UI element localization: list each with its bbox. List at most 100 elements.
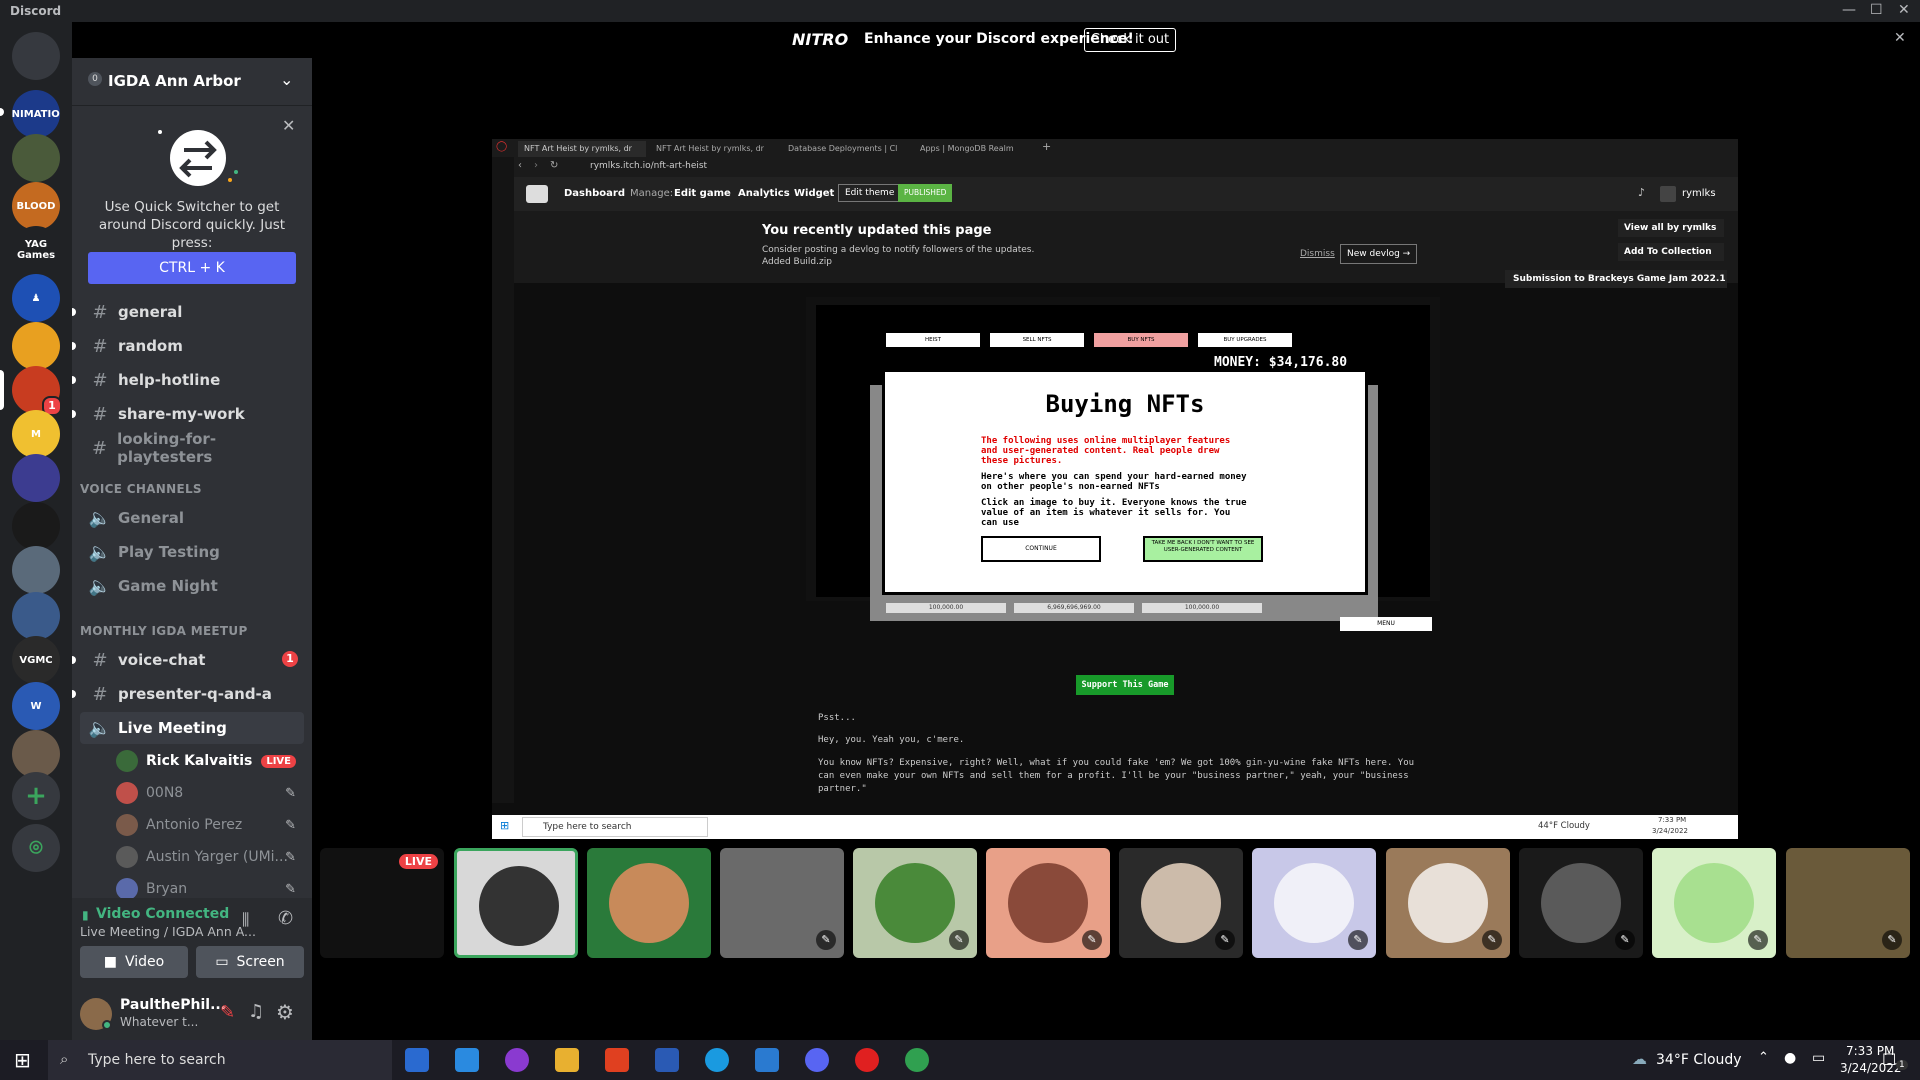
screen-share-button[interactable]: ▭ Screen — [196, 946, 304, 978]
reload-icon[interactable]: ↻ — [550, 160, 558, 171]
voice-channel[interactable]: 🔈 General — [80, 502, 304, 534]
server-icon[interactable] — [12, 546, 60, 594]
participant-tile[interactable] — [587, 848, 711, 958]
close-window-button[interactable]: ✕ — [1898, 2, 1910, 18]
mic-muted-icon[interactable]: ✎ — [220, 1002, 235, 1023]
office-icon[interactable] — [605, 1048, 629, 1072]
participant-tile[interactable]: ✎ — [720, 848, 844, 958]
server-header[interactable]: 0 IGDA Ann Arbor ⌄ — [72, 58, 312, 106]
game-tab[interactable]: SELL NFTS — [990, 333, 1084, 347]
signal-icon[interactable]: ▮ — [82, 908, 89, 922]
game-frame[interactable]: HEIST SELL NFTS BUY NFTS BUY UPGRADES MONEY… — [806, 297, 1440, 631]
nft-price[interactable]: 6,969,696,969.00 — [1014, 603, 1134, 613]
game-tab[interactable]: HEIST — [886, 333, 980, 347]
server-icon[interactable] — [12, 502, 60, 550]
dashboard-link[interactable]: Dashboard — [564, 188, 625, 199]
analytics-link[interactable]: Analytics — [738, 188, 790, 199]
participant-tile[interactable]: ✎ — [1652, 848, 1776, 958]
server-icon[interactable]: VGMC — [12, 636, 60, 684]
server-icon[interactable] — [12, 134, 60, 182]
chrome-icon[interactable] — [905, 1048, 929, 1072]
nitro-check-button[interactable]: Check it out — [1084, 28, 1176, 52]
noise-suppression-icon[interactable]: ⫼ — [242, 910, 249, 930]
new-tab-icon[interactable]: + — [1042, 140, 1051, 153]
back-icon[interactable]: ‹ — [518, 160, 522, 171]
username[interactable]: PaulthePhil... — [120, 997, 226, 1013]
nav-username[interactable]: rymlks — [1682, 188, 1716, 199]
add-server-icon[interactable]: + — [12, 772, 60, 820]
dismiss-link[interactable]: Dismiss — [1300, 249, 1335, 259]
server-icon[interactable]: ANIMATION — [12, 90, 60, 138]
browser-tab-3[interactable]: Database Deployments | Cl — [782, 141, 910, 157]
voice-user[interactable]: Antonio Perez ✎ — [116, 810, 304, 840]
opera-taskbar-icon[interactable] — [855, 1048, 879, 1072]
taskbar-search[interactable]: ⌕ Type here to search — [48, 1040, 392, 1080]
chevron-up-icon[interactable]: ⌃ — [1758, 1050, 1769, 1065]
channel-looking-for-playtesters[interactable]: # looking-for-playtesters — [80, 430, 304, 466]
close-icon[interactable]: ✕ — [282, 116, 295, 135]
continue-button[interactable]: CONTINUE — [981, 536, 1101, 562]
nav-user-avatar[interactable] — [1660, 186, 1676, 202]
participant-tile[interactable]: ✎ — [1119, 848, 1243, 958]
server-icon[interactable]: YAG Games — [12, 226, 60, 274]
close-nitro-icon[interactable]: ✕ — [1894, 30, 1906, 46]
word-icon[interactable] — [655, 1048, 679, 1072]
channel-voice-chat[interactable]: # voice-chat 1 — [72, 644, 304, 676]
store-icon[interactable] — [405, 1048, 429, 1072]
voice-category[interactable]: VOICE CHANNELS — [80, 482, 202, 496]
channel-random[interactable]: # random — [72, 330, 304, 362]
edit-game-link[interactable]: Edit game — [674, 188, 731, 199]
vscode-icon[interactable] — [755, 1048, 779, 1072]
server-icon[interactable]: M — [12, 410, 60, 458]
participant-tile[interactable]: ✎ — [1252, 848, 1376, 958]
take-me-back-button[interactable]: TAKE ME BACK I DON'T WANT TO SEE USER-GE… — [1143, 536, 1263, 562]
participant-tile[interactable]: LIVE — [320, 848, 444, 958]
server-icon[interactable]: BLOOD — [12, 182, 60, 230]
voice-status-sub[interactable]: Live Meeting / IGDA Ann A... — [80, 924, 256, 939]
add-collection-button[interactable]: Add To Collection — [1618, 243, 1724, 261]
chevron-down-icon[interactable]: ⌄ — [280, 70, 293, 89]
server-icon[interactable] — [12, 730, 60, 778]
widget-link[interactable]: Widget — [794, 188, 834, 199]
game-menu-button[interactable]: MENU — [1340, 617, 1432, 631]
game-tab[interactable]: BUY NFTS — [1094, 333, 1188, 347]
headphones-icon[interactable]: ♫ — [248, 1001, 264, 1022]
discord-taskbar-icon[interactable] — [805, 1048, 829, 1072]
edit-theme-button[interactable]: Edit theme — [838, 184, 902, 202]
network-icon[interactable]: ▭ — [1812, 1050, 1825, 1066]
view-all-button[interactable]: View all by rymlks — [1618, 219, 1724, 237]
server-icon[interactable] — [12, 454, 60, 502]
bell-icon[interactable]: ♪ — [1638, 186, 1645, 199]
quick-switcher-shortcut-button[interactable]: CTRL + K — [88, 252, 296, 284]
minimize-button[interactable]: — — [1842, 2, 1856, 18]
mic-icon[interactable]: ● — [1784, 1050, 1796, 1066]
itch-logo-icon[interactable] — [526, 185, 548, 203]
participant-tile[interactable]: ✎ — [1386, 848, 1510, 958]
browser-tab-2[interactable]: NFT Art Heist by rymlks, dr — [650, 141, 778, 157]
opera-icon[interactable]: ◯ — [496, 141, 507, 152]
forward-icon[interactable]: › — [534, 160, 538, 171]
participant-tile[interactable]: ✎ — [986, 848, 1110, 958]
participant-tile[interactable]: ✎ — [853, 848, 977, 958]
inner-search[interactable]: Type here to search — [522, 817, 708, 837]
channel-presenter-q-and-a[interactable]: # presenter-q-and-a — [72, 678, 304, 710]
app-icon[interactable] — [505, 1048, 529, 1072]
windows-start-icon[interactable]: ⊞ — [14, 1048, 31, 1072]
channel-share-my-work[interactable]: # share-my-work — [72, 398, 304, 430]
live-meeting-channel[interactable]: 🔈 Live Meeting — [80, 712, 304, 744]
channel-help-hotline[interactable]: # help-hotline — [72, 364, 304, 396]
voice-channel[interactable]: 🔈 Play Testing — [80, 536, 304, 568]
participant-tile[interactable]: ✎ — [1519, 848, 1643, 958]
new-devlog-button[interactable]: New devlog → — [1340, 244, 1418, 264]
browser-tab-4[interactable]: Apps | MongoDB Realm — [914, 141, 1042, 157]
participant-tile[interactable]: ✎ — [1786, 848, 1910, 958]
meetup-category[interactable]: MONTHLY IGDA MEETUP — [80, 624, 248, 638]
disconnect-icon[interactable]: ✆ — [278, 908, 293, 929]
voice-user[interactable]: Rick Kalvaitis LIVE — [116, 746, 304, 776]
notification-icon[interactable]: ☐ — [1882, 1050, 1896, 1069]
voice-user[interactable]: 00N8 ✎ — [116, 778, 304, 808]
published-badge[interactable]: PUBLISHED — [898, 184, 953, 202]
server-icon[interactable] — [12, 32, 60, 80]
url-text[interactable]: rymlks.itch.io/nft-art-heist — [590, 161, 707, 171]
channel-general[interactable]: # general — [72, 296, 304, 328]
